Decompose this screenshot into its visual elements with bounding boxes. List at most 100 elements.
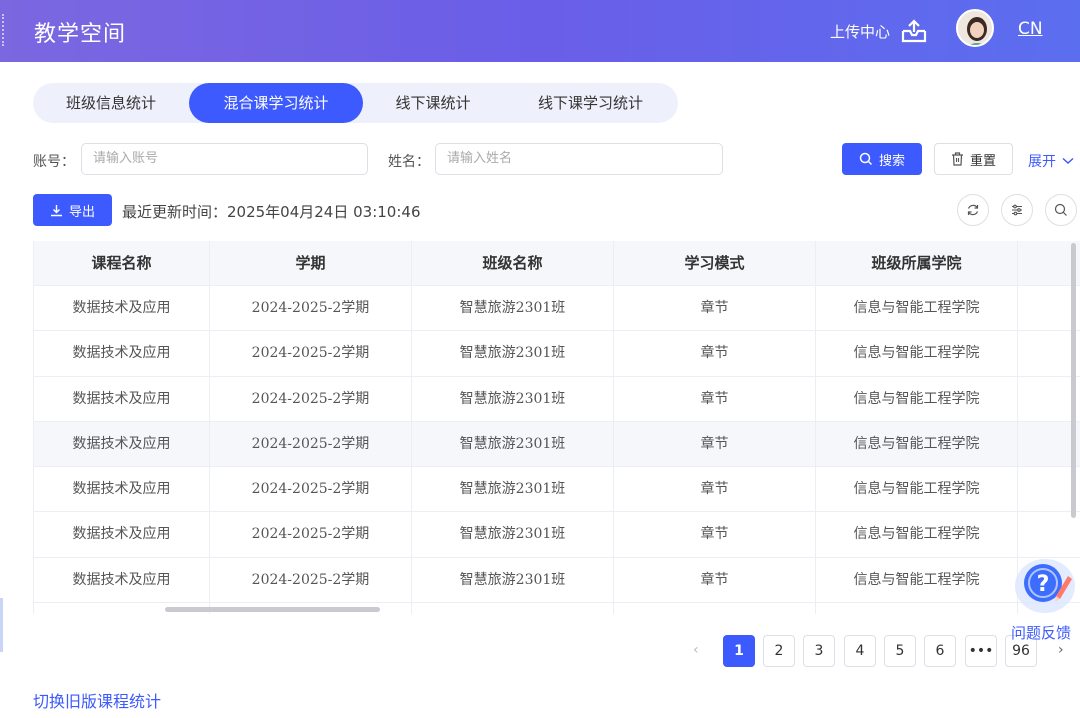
table-row[interactable]: 数据技术及应用 2024-2025-2学期 智慧旅游2301班 章节 信息与智能工程学院	[34, 421, 1080, 468]
reset-button[interactable]: 重置	[934, 143, 1013, 175]
left-edge-handle	[0, 598, 3, 652]
table-cell	[614, 603, 816, 614]
table-cell: 智慧旅游2301班	[412, 421, 614, 467]
page-button[interactable]: 1	[723, 635, 755, 667]
statistics-table: 课程名称 学期 班级名称 学习模式 班级所属学院 数据技术及应用 2024-202…	[33, 241, 1080, 614]
table-search-button[interactable]	[1045, 194, 1077, 226]
page-button[interactable]: 4	[844, 635, 876, 667]
table-cell	[412, 603, 614, 614]
export-button[interactable]: 导出	[33, 194, 112, 226]
top-header: 教学空间 上传中心 CN	[0, 0, 1080, 62]
column-header-course-name[interactable]: 课程名称	[34, 241, 210, 285]
download-icon	[50, 204, 62, 216]
question-feedback-icon: ?	[1015, 559, 1075, 613]
horizontal-scrollbar[interactable]	[165, 607, 380, 612]
refresh-icon	[967, 204, 979, 216]
svg-text:?: ?	[1037, 572, 1050, 597]
table-cell: 信息与智能工程学院	[816, 467, 1018, 512]
table-cell: 智慧旅游2301班	[412, 286, 614, 331]
table-cell: 智慧旅游2301班	[412, 557, 614, 603]
upload-tray-icon	[901, 19, 927, 43]
column-settings-icon	[1012, 204, 1022, 216]
vertical-scrollbar[interactable]	[1071, 243, 1076, 518]
last-update-time: 最近更新时间：2025年04月24日 03:10:46	[122, 203, 421, 221]
table-cell: 信息与智能工程学院	[816, 421, 1018, 467]
search-icon	[859, 152, 873, 166]
header-edge-dots	[2, 14, 4, 46]
table-cell: 智慧旅游2301班	[412, 331, 614, 376]
chevron-down-icon	[1062, 157, 1074, 165]
table-cell: 信息与智能工程学院	[816, 376, 1018, 421]
account-input[interactable]: 请输入账号	[81, 143, 368, 175]
export-button-label: 导出	[68, 204, 95, 220]
table-cell: 信息与智能工程学院	[816, 331, 1018, 376]
table-row[interactable]: 数据技术及应用 2024-2025-2学期 智慧旅游2301班 章节 信息与智能工程学院	[34, 376, 1080, 422]
column-header-semester[interactable]: 学期	[210, 241, 412, 285]
tab-offline-learning[interactable]: 线下课学习统计	[503, 83, 678, 123]
table-cell: 2024-2025-2学期	[210, 467, 412, 512]
table-cell: 章节	[614, 512, 816, 557]
column-header-learning-mode[interactable]: 学习模式	[614, 241, 816, 285]
table-row[interactable]: 数据技术及应用 2024-2025-2学期 智慧旅游2301班 章节 信息与智能工程学院	[34, 286, 1080, 332]
search-button[interactable]: 搜索	[842, 143, 922, 175]
page-button[interactable]: 3	[803, 635, 835, 667]
app-title: 教学空间	[34, 22, 127, 47]
table-cell: 章节	[614, 331, 816, 376]
account-label: 账号：	[33, 154, 75, 170]
refresh-button[interactable]	[957, 194, 989, 226]
expand-label: 展开	[1028, 154, 1056, 170]
table-cell: 2024-2025-2学期	[210, 421, 412, 467]
name-label: 姓名：	[388, 154, 430, 170]
name-input[interactable]: 请输入姓名	[435, 143, 723, 175]
table-header: 课程名称 学期 班级名称 学习模式 班级所属学院	[34, 241, 1080, 286]
table-cell	[1018, 512, 1080, 556]
upload-center-label: 上传中心	[830, 22, 891, 41]
table-body: 数据技术及应用 2024-2025-2学期 智慧旅游2301班 章节 信息与智能工程学院…	[34, 286, 1080, 614]
table-cell: 章节	[614, 286, 816, 331]
tab-blended-learning[interactable]: 混合课学习统计	[189, 83, 363, 123]
page-button[interactable]: 5	[884, 635, 916, 667]
search-icon	[1054, 203, 1067, 216]
prev-page-button[interactable]: ‹	[693, 642, 699, 658]
avatar[interactable]	[956, 9, 994, 47]
column-header-college[interactable]: 班级所属学院	[816, 241, 1018, 285]
page-ellipsis[interactable]: •••	[965, 635, 997, 667]
table-cell: 章节	[614, 467, 816, 512]
table-cell: 2024-2025-2学期	[210, 512, 412, 557]
table-cell: 2024-2025-2学期	[210, 331, 412, 376]
table-row[interactable]: 数据技术及应用 2024-2025-2学期 智慧旅游2301班 章节 信息与智能工程学院	[34, 467, 1080, 513]
table-row[interactable]: 数据技术及应用 2024-2025-2学期 智慧旅游2301班 章节 信息与智能工程学院	[34, 557, 1080, 604]
expand-filters-toggle[interactable]: 展开	[1028, 151, 1074, 171]
column-settings-button[interactable]	[1001, 194, 1033, 226]
table-cell: 数据技术及应用	[34, 421, 210, 467]
table-cell: 章节	[614, 421, 816, 467]
table-cell: 2024-2025-2学期	[210, 286, 412, 331]
table-cell: 2024-2025-2学期	[210, 376, 412, 421]
table-cell: 数据技术及应用	[34, 331, 210, 376]
upload-center-button[interactable]: 上传中心	[830, 18, 928, 44]
tab-class-info[interactable]: 班级信息统计	[33, 83, 189, 123]
reset-button-label: 重置	[969, 153, 996, 169]
page-button[interactable]: 6	[924, 635, 956, 667]
table-cell: 智慧旅游2301班	[412, 376, 614, 421]
table-cell: 数据技术及应用	[34, 512, 210, 557]
trash-icon	[951, 152, 963, 166]
table-row[interactable]: 数据技术及应用 2024-2025-2学期 智慧旅游2301班 章节 信息与智能工程学院	[34, 331, 1080, 377]
page-button[interactable]: 2	[763, 635, 795, 667]
column-header-class-name[interactable]: 班级名称	[412, 241, 614, 285]
table-cell: 章节	[614, 557, 816, 603]
switch-old-version-link[interactable]: 切换旧版课程统计	[33, 688, 161, 712]
search-button-label: 搜索	[878, 153, 905, 169]
table-cell: 章节	[614, 376, 816, 421]
feedback-label: 问题反馈	[1011, 624, 1072, 642]
language-switch[interactable]: CN	[1018, 19, 1043, 39]
table-cell: 数据技术及应用	[34, 557, 210, 603]
table-cell: 2024-2025-2学期	[210, 557, 412, 603]
table-cell: 智慧旅游2301班	[412, 467, 614, 512]
tab-offline-course[interactable]: 线下课统计	[363, 83, 503, 123]
table-cell	[816, 603, 1018, 614]
table-cell: 数据技术及应用	[34, 286, 210, 331]
table-row[interactable]: 数据技术及应用 2024-2025-2学期 智慧旅游2301班 章节 信息与智能工程学院	[34, 512, 1080, 558]
table-cell: 数据技术及应用	[34, 467, 210, 512]
tab-bar: 班级信息统计 混合课学习统计 线下课统计 线下课学习统计	[33, 83, 678, 123]
